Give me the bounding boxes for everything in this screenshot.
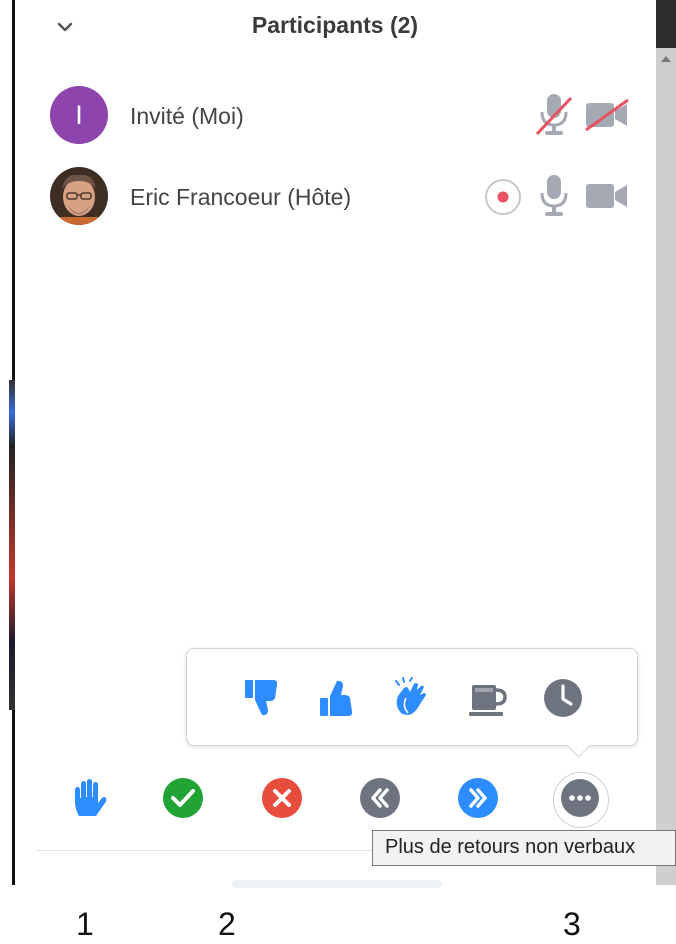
more-icon[interactable] bbox=[558, 776, 602, 820]
scrollbar-track[interactable] bbox=[656, 0, 676, 885]
video-off-icon[interactable] bbox=[584, 98, 630, 137]
mic-muted-icon[interactable] bbox=[534, 92, 574, 143]
recording-icon bbox=[484, 178, 522, 221]
faster-icon[interactable] bbox=[456, 776, 500, 820]
yes-icon[interactable] bbox=[161, 776, 205, 820]
background-strip bbox=[9, 380, 15, 710]
clap-icon[interactable] bbox=[390, 676, 434, 720]
avatar bbox=[50, 167, 108, 225]
tooltip-more-feedback: Plus de retours non verbaux bbox=[372, 830, 676, 866]
clock-icon[interactable] bbox=[541, 676, 585, 720]
no-icon[interactable] bbox=[260, 776, 304, 820]
participant-name: Invité (Moi) bbox=[130, 103, 244, 129]
panel-title: Participants (2) bbox=[251, 12, 419, 38]
annotation-number: 2 bbox=[218, 906, 236, 942]
participant-row-host[interactable]: Eric Francoeur (Hôte) bbox=[0, 163, 650, 233]
mic-icon[interactable] bbox=[534, 173, 574, 224]
scrollbar-top bbox=[656, 0, 676, 48]
bottom-pill bbox=[232, 880, 442, 888]
video-icon[interactable] bbox=[584, 179, 630, 218]
coffee-icon[interactable] bbox=[466, 676, 510, 720]
annotation-number: 3 bbox=[563, 906, 581, 942]
scroll-up-arrow-icon[interactable] bbox=[661, 56, 671, 62]
participant-row-guest[interactable]: I Invité (Moi) bbox=[0, 82, 650, 152]
avatar: I bbox=[50, 86, 108, 144]
annotation-number: 1 bbox=[76, 906, 94, 942]
thumbs-down-icon[interactable] bbox=[240, 676, 284, 720]
participant-name: Eric Francoeur (Hôte) bbox=[130, 184, 352, 210]
slower-icon[interactable] bbox=[358, 776, 402, 820]
chevron-down-icon[interactable] bbox=[54, 16, 76, 38]
thumbs-up-icon[interactable] bbox=[315, 676, 359, 720]
raise-hand-icon[interactable] bbox=[66, 776, 110, 820]
